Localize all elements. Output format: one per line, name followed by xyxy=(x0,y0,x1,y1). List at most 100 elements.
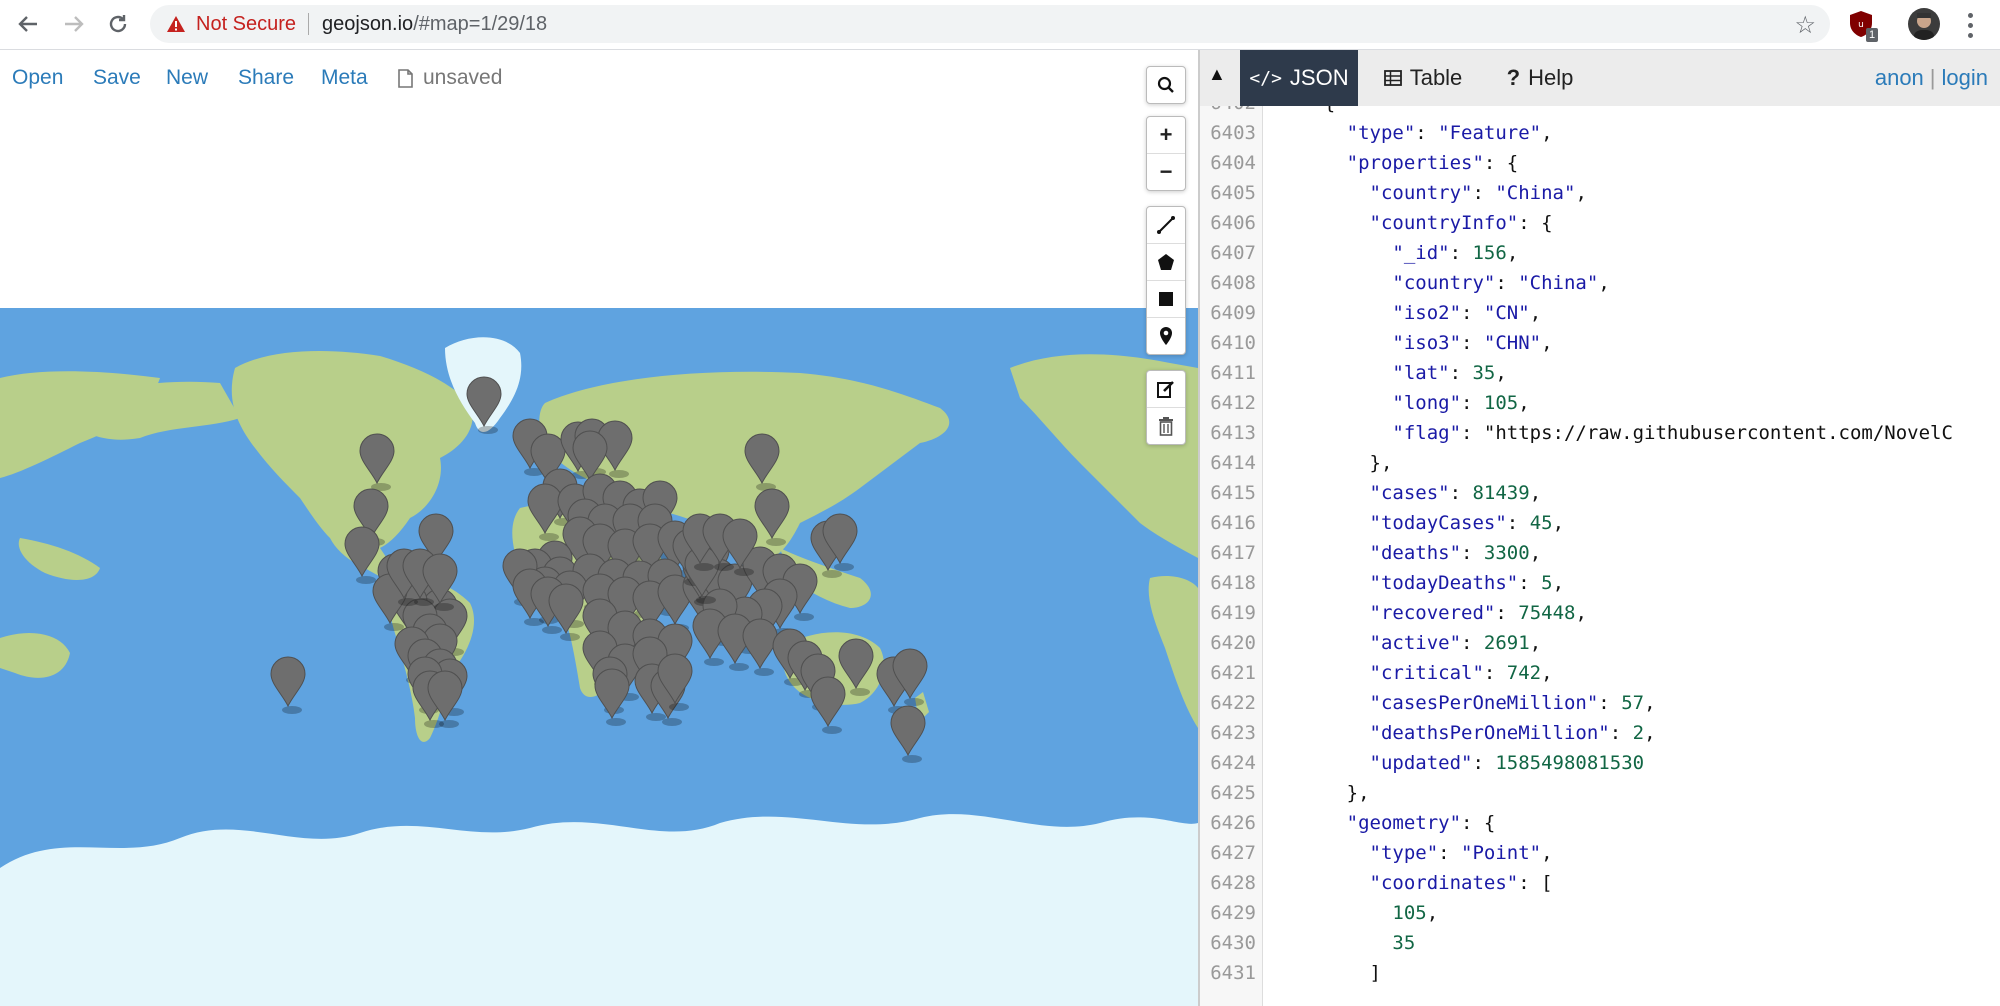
login-link[interactable]: login xyxy=(1942,65,1988,90)
code-text: "long": 105, xyxy=(1392,392,1530,414)
meta-menu[interactable]: Meta xyxy=(321,66,368,90)
line-number: 6402 xyxy=(1200,106,1266,118)
code-line[interactable]: 6411 "lat": 35, xyxy=(1200,358,2000,388)
code-icon: </> xyxy=(1249,67,1282,89)
code-line[interactable]: 6429 105, xyxy=(1200,898,2000,928)
draw-rectangle-icon[interactable] xyxy=(1147,281,1185,318)
browser-chrome: Not Secure geojson.io/#map=1/29/18 ☆ u 1 xyxy=(0,0,2000,50)
line-number: 6424 xyxy=(1210,752,1256,774)
map-canvas[interactable] xyxy=(0,308,1198,1006)
marker-shadow xyxy=(904,698,924,706)
profile-avatar[interactable] xyxy=(1908,8,1940,40)
tab-table[interactable]: Table xyxy=(1360,50,1486,106)
code-line[interactable]: 6405 "country": "China", xyxy=(1200,178,2000,208)
marker-shadow xyxy=(794,613,814,621)
delete-icon[interactable] xyxy=(1147,408,1185,444)
code-line[interactable]: 6416 "todayCases": 45, xyxy=(1200,508,2000,538)
star-icon[interactable]: ☆ xyxy=(1794,11,1816,40)
code-text: "iso2": "CN", xyxy=(1392,302,1542,324)
user-link[interactable]: anon xyxy=(1875,65,1924,90)
back-button[interactable] xyxy=(10,7,46,41)
code-line[interactable]: 6404 "properties": { xyxy=(1200,148,2000,178)
marker-shadow xyxy=(646,713,666,721)
tab-help[interactable]: ? Help xyxy=(1488,50,1592,106)
code-text: "todayDeaths": 5, xyxy=(1369,572,1565,594)
map-blank-area[interactable] xyxy=(0,106,1198,308)
code-text: "type": "Feature", xyxy=(1346,122,1553,144)
code-line[interactable]: 6409 "iso2": "CN", xyxy=(1200,298,2000,328)
code-text: "recovered": 75448, xyxy=(1369,602,1587,624)
code-line[interactable]: 6430 35 xyxy=(1200,928,2000,958)
code-line[interactable]: 6422 "casesPerOneMillion": 57, xyxy=(1200,688,2000,718)
marker-shadow xyxy=(478,426,498,434)
security-status[interactable]: Not Secure xyxy=(196,13,296,36)
code-text: "coordinates": [ xyxy=(1369,872,1553,894)
reload-button[interactable] xyxy=(100,7,136,41)
code-line[interactable]: 6403 "type": "Feature", xyxy=(1200,118,2000,148)
open-menu[interactable]: Open xyxy=(12,66,63,90)
search-icon[interactable] xyxy=(1147,67,1185,103)
code-line[interactable]: 6414 }, xyxy=(1200,448,2000,478)
code-text: 35 xyxy=(1392,932,1416,954)
code-line[interactable]: 6420 "active": 2691, xyxy=(1200,628,2000,658)
line-number: 6431 xyxy=(1210,962,1256,984)
code-line[interactable]: 6428 "coordinates": [ xyxy=(1200,868,2000,898)
marker-shadow xyxy=(734,568,754,576)
code-text: "properties": { xyxy=(1346,152,1519,174)
line-number: 6428 xyxy=(1210,872,1256,894)
line-number: 6404 xyxy=(1210,152,1256,174)
zoom-in-icon[interactable]: + xyxy=(1147,117,1185,154)
line-number: 6421 xyxy=(1210,662,1256,684)
code-line[interactable]: 6415 "cases": 81439, xyxy=(1200,478,2000,508)
marker-shadow xyxy=(356,576,376,584)
zoom-out-icon[interactable]: − xyxy=(1147,154,1185,190)
search-control[interactable] xyxy=(1146,66,1186,104)
code-line[interactable]: 6421 "critical": 742, xyxy=(1200,658,2000,688)
line-number: 6426 xyxy=(1210,812,1256,834)
code-line[interactable]: 6410 "iso3": "CHN", xyxy=(1200,328,2000,358)
draw-line-icon[interactable] xyxy=(1147,207,1185,244)
code-line[interactable]: 6406 "countryInfo": { xyxy=(1200,208,2000,238)
marker-shadow xyxy=(539,533,559,541)
line-number: 6407 xyxy=(1210,242,1256,264)
share-button[interactable]: Share xyxy=(238,66,294,90)
code-line[interactable]: 6426 "geometry": { xyxy=(1200,808,2000,838)
menu-icon[interactable] xyxy=(1960,10,1980,40)
code-line[interactable]: 6419 "recovered": 75448, xyxy=(1200,598,2000,628)
forward-button[interactable] xyxy=(56,7,92,41)
code-line[interactable]: 6402 { xyxy=(1200,106,2000,118)
code-text: }, xyxy=(1278,782,1370,804)
collapse-panel-icon[interactable]: ▲ xyxy=(1208,64,1226,85)
code-line[interactable]: 6427 "type": "Point", xyxy=(1200,838,2000,868)
draw-polygon-icon[interactable] xyxy=(1147,244,1185,281)
code-line[interactable]: 6425 }, xyxy=(1200,778,2000,808)
code-line[interactable]: 6417 "deaths": 3300, xyxy=(1200,538,2000,568)
marker-shadow xyxy=(414,598,434,606)
code-line[interactable]: 6423 "deathsPerOneMillion": 2, xyxy=(1200,718,2000,748)
marker-shadow xyxy=(282,706,302,714)
code-line[interactable]: 6424 "updated": 1585498081530 xyxy=(1200,748,2000,778)
save-menu[interactable]: Save xyxy=(93,66,141,90)
new-button[interactable]: New xyxy=(166,66,208,90)
json-editor[interactable]: 6402 {6403 "type": "Feature",6404 "prope… xyxy=(1200,106,2000,1006)
edit-icon[interactable] xyxy=(1147,371,1185,408)
marker-shadow xyxy=(434,603,454,611)
code-line[interactable]: 6407 "_id": 156, xyxy=(1200,238,2000,268)
marker-shadow xyxy=(609,470,629,478)
line-number: 6412 xyxy=(1210,392,1256,414)
line-number: 6415 xyxy=(1210,482,1256,504)
code-text: "type": "Point", xyxy=(1369,842,1553,864)
code-line[interactable]: 6431 ] xyxy=(1200,958,2000,988)
address-bar[interactable]: Not Secure geojson.io/#map=1/29/18 ☆ xyxy=(150,5,1830,43)
tab-json[interactable]: </> JSON xyxy=(1240,50,1358,106)
file-status-label: unsaved xyxy=(423,66,503,89)
code-text: "updated": 1585498081530 xyxy=(1369,752,1645,774)
code-line[interactable]: 6412 "long": 105, xyxy=(1200,388,2000,418)
code-line[interactable]: 6413 "flag": "https://raw.githubusercont… xyxy=(1200,418,2000,448)
tab-help-label: Help xyxy=(1528,65,1574,90)
code-line[interactable]: 6408 "country": "China", xyxy=(1200,268,2000,298)
url-text[interactable]: geojson.io/#map=1/29/18 xyxy=(322,13,547,36)
draw-marker-icon[interactable] xyxy=(1147,318,1185,354)
marker-shadow xyxy=(850,688,870,696)
code-line[interactable]: 6418 "todayDeaths": 5, xyxy=(1200,568,2000,598)
